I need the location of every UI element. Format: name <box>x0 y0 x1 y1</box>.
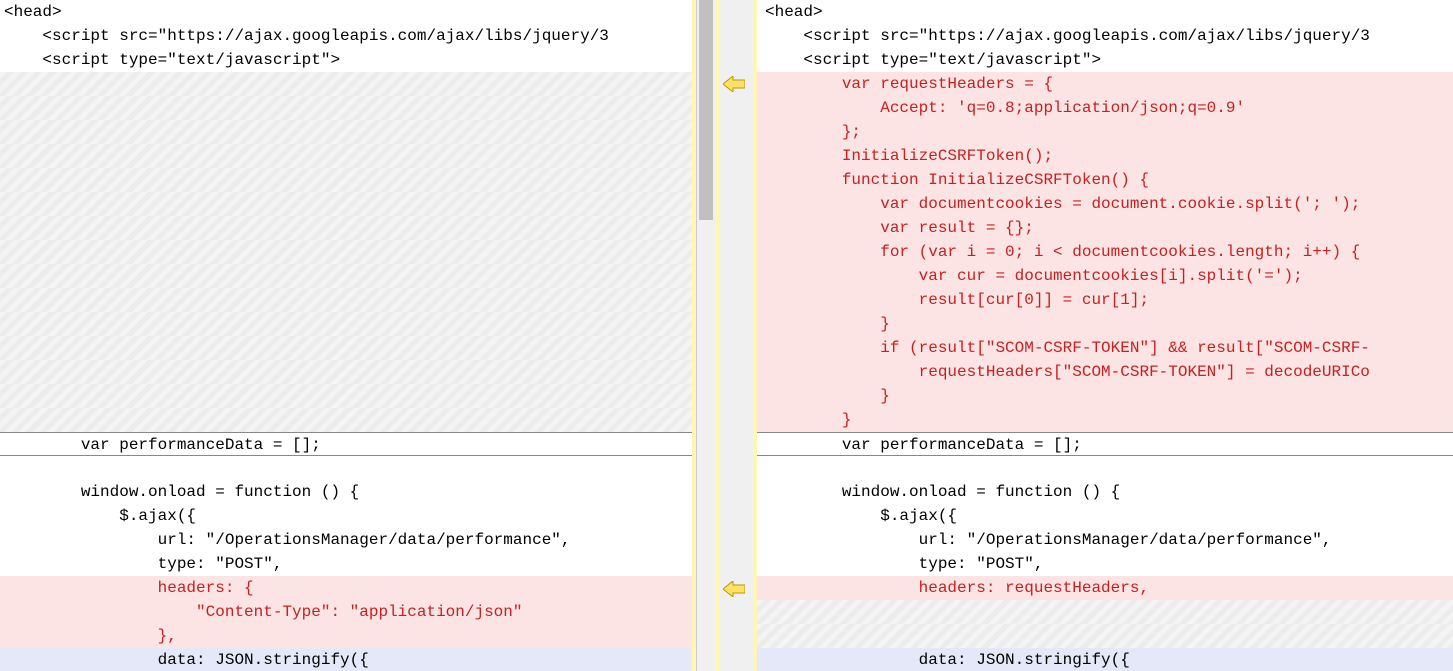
left-code-line[interactable] <box>0 216 696 240</box>
left-code-line[interactable] <box>0 408 696 432</box>
right-code-line[interactable]: <head> <box>757 0 1453 24</box>
right-code-line[interactable]: if (result["SCOM-CSRF-TOKEN"] && result[… <box>757 336 1453 360</box>
left-code-line[interactable]: <script src="https://ajax.googleapis.com… <box>0 24 696 48</box>
left-code-line[interactable]: }, <box>0 624 696 648</box>
right-code-line[interactable]: headers: requestHeaders, <box>757 576 1453 600</box>
left-code-line[interactable]: <script type="text/javascript"> <box>0 48 696 72</box>
left-code-line[interactable] <box>0 240 696 264</box>
left-code-line[interactable] <box>0 384 696 408</box>
left-code-line[interactable] <box>0 168 696 192</box>
left-code-line[interactable]: window.onload = function () { <box>0 480 696 504</box>
gutter-marker-left <box>715 0 719 671</box>
scrollbar-track[interactable] <box>697 0 715 671</box>
right-code-line[interactable] <box>757 624 1453 648</box>
left-code-line[interactable]: var performanceData = []; <box>0 432 696 456</box>
left-code-line[interactable] <box>0 72 696 96</box>
right-code-line[interactable]: requestHeaders["SCOM-CSRF-TOKEN"] = deco… <box>757 360 1453 384</box>
right-code-line[interactable]: type: "POST", <box>757 552 1453 576</box>
right-code-line[interactable]: window.onload = function () { <box>757 480 1453 504</box>
left-code-line[interactable]: "Content-Type": "application/json" <box>0 600 696 624</box>
right-code-line[interactable] <box>757 600 1453 624</box>
right-code-line[interactable]: }; <box>757 120 1453 144</box>
center-gutter <box>697 0 757 671</box>
left-pane-marker-strip <box>692 0 696 671</box>
left-code-line[interactable] <box>0 144 696 168</box>
right-code-line[interactable]: InitializeCSRFToken(); <box>757 144 1453 168</box>
left-code-line[interactable]: data: JSON.stringify({ <box>0 648 696 671</box>
left-code-line[interactable] <box>0 96 696 120</box>
right-code-line[interactable]: for (var i = 0; i < documentcookies.leng… <box>757 240 1453 264</box>
right-code-line[interactable]: var documentcookies = document.cookie.sp… <box>757 192 1453 216</box>
left-code-line[interactable] <box>0 288 696 312</box>
right-pane: <head> <script src="https://ajax.googlea… <box>757 0 1453 671</box>
right-code-line[interactable]: Accept: 'q=0.8;application/json;q=0.9' <box>757 96 1453 120</box>
right-code-line[interactable]: data: JSON.stringify({ <box>757 648 1453 671</box>
right-code-line[interactable]: var result = {}; <box>757 216 1453 240</box>
left-code-line[interactable] <box>0 192 696 216</box>
right-code-line[interactable]: } <box>757 312 1453 336</box>
left-code-line[interactable] <box>0 456 696 480</box>
left-code-line[interactable] <box>0 336 696 360</box>
left-code-line[interactable]: url: "/OperationsManager/data/performanc… <box>0 528 696 552</box>
right-code-line[interactable]: <script type="text/javascript"> <box>757 48 1453 72</box>
right-code-line[interactable]: $.ajax({ <box>757 504 1453 528</box>
merge-arrow-left-icon[interactable] <box>723 76 745 92</box>
right-code-line[interactable]: var cur = documentcookies[i].split('='); <box>757 264 1453 288</box>
left-code-line[interactable] <box>0 360 696 384</box>
right-code-line[interactable]: <script src="https://ajax.googleapis.com… <box>757 24 1453 48</box>
right-code-line[interactable]: var performanceData = []; <box>757 432 1453 456</box>
right-code-line[interactable]: var requestHeaders = { <box>757 72 1453 96</box>
left-code-line[interactable]: <head> <box>0 0 696 24</box>
left-code-line[interactable]: type: "POST", <box>0 552 696 576</box>
left-pane: <head> <script src="https://ajax.googlea… <box>0 0 697 671</box>
left-code-line[interactable]: headers: { <box>0 576 696 600</box>
left-code-line[interactable] <box>0 120 696 144</box>
left-code-line[interactable] <box>0 312 696 336</box>
right-code-line[interactable]: url: "/OperationsManager/data/performanc… <box>757 528 1453 552</box>
merge-arrow-left-icon[interactable] <box>723 581 745 597</box>
scrollbar-thumb[interactable] <box>699 0 713 220</box>
right-code-line[interactable]: result[cur[0]] = cur[1]; <box>757 288 1453 312</box>
right-code-line[interactable] <box>757 456 1453 480</box>
right-code-line[interactable]: } <box>757 408 1453 432</box>
left-code-line[interactable]: $.ajax({ <box>0 504 696 528</box>
right-code-line[interactable]: } <box>757 384 1453 408</box>
right-code-line[interactable]: function InitializeCSRFToken() { <box>757 168 1453 192</box>
diff-container: <head> <script src="https://ajax.googlea… <box>0 0 1453 671</box>
left-code-line[interactable] <box>0 264 696 288</box>
